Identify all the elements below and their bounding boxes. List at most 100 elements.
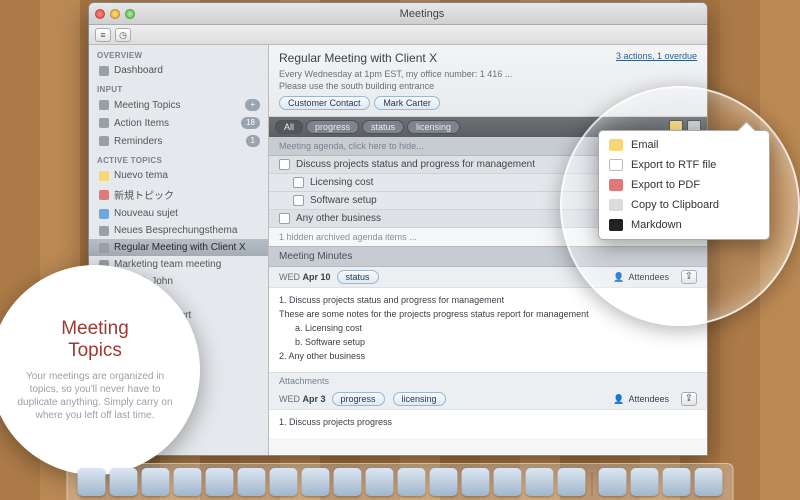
checkbox[interactable] <box>293 195 304 206</box>
actions-icon <box>99 118 109 128</box>
share-button[interactable]: ⇪ <box>681 270 697 284</box>
dock-app[interactable] <box>494 468 522 496</box>
dock-app[interactable] <box>462 468 490 496</box>
dock-app[interactable] <box>142 468 170 496</box>
toolbar-clock-button[interactable]: ◷ <box>115 28 131 42</box>
entry-header[interactable]: WED Apr 10 status 👤Attendees ⇪ <box>269 267 707 288</box>
filter-pill[interactable]: progress <box>306 120 359 134</box>
entry-tag[interactable]: progress <box>332 392 385 406</box>
reminders-icon <box>99 136 109 146</box>
filter-pill[interactable]: status <box>362 120 404 134</box>
attendees-button[interactable]: 👤Attendees <box>613 272 669 283</box>
sidebar-item-meeting-topics[interactable]: Meeting Topics + <box>89 96 268 114</box>
sidebar-topic[interactable]: Nuevo tema <box>89 167 268 184</box>
sidebar-item-label: Dashboard <box>114 65 163 76</box>
dock-app-itunes[interactable] <box>398 468 426 496</box>
checkbox[interactable] <box>293 177 304 188</box>
titlebar[interactable]: Meetings <box>89 3 707 25</box>
sidebar-topic[interactable]: Nouveau sujet <box>89 205 268 222</box>
dock-app[interactable] <box>599 468 627 496</box>
sidebar-item-dashboard[interactable]: Dashboard <box>89 62 268 79</box>
callout-body: Your meetings are organized in topics, s… <box>16 370 174 422</box>
dashboard-icon <box>99 66 109 76</box>
dock-app[interactable] <box>334 468 362 496</box>
share-button[interactable]: ⇪ <box>681 392 697 406</box>
close-icon[interactable] <box>95 9 105 19</box>
sidebar-item-label: Marketing team meeting <box>114 259 221 270</box>
minutes-line: 2. Any other business <box>279 350 697 363</box>
sidebar-item-label: Regular Meeting with Client X <box>114 242 246 253</box>
entry-body[interactable]: 1. Discuss projects progress <box>269 410 707 438</box>
topic-icon <box>99 226 109 236</box>
popover-item-rtf[interactable]: Export to RTF file <box>599 155 769 175</box>
checkbox[interactable] <box>279 213 290 224</box>
sidebar-item-label: Nuevo tema <box>114 170 168 181</box>
entry-body[interactable]: 1. Discuss projects status and progress … <box>269 288 707 372</box>
dock <box>67 463 734 500</box>
toolbar-list-button[interactable]: ≡ <box>95 28 111 42</box>
tag-pill[interactable]: Customer Contact <box>279 96 370 110</box>
popover-item-pdf[interactable]: Export to PDF <box>599 175 769 195</box>
sidebar-section-input: INPUT <box>89 79 268 96</box>
tag-pill[interactable]: Mark Carter <box>374 96 440 110</box>
sidebar-item-label: Nouveau sujet <box>114 208 178 219</box>
sidebar-topic[interactable]: 新規トピック <box>89 184 268 205</box>
dock-app-safari[interactable] <box>238 468 266 496</box>
minutes-line: a. Licensing cost <box>279 322 697 335</box>
dock-app[interactable] <box>430 468 458 496</box>
popover-item-email[interactable]: Email <box>599 135 769 155</box>
plus-badge[interactable]: + <box>245 99 260 111</box>
filter-pill[interactable]: licensing <box>407 120 460 134</box>
entry-attachments[interactable]: Attachments <box>269 372 707 389</box>
entry-date: WED Apr 3 <box>279 394 326 404</box>
filter-all[interactable]: All <box>275 120 303 134</box>
mail-icon <box>609 139 623 151</box>
sidebar-item-label: Meeting Topics <box>114 100 181 111</box>
clipboard-icon <box>609 199 623 211</box>
sidebar-item-action-items[interactable]: Action Items18 <box>89 114 268 132</box>
sidebar-topic-selected[interactable]: Regular Meeting with Client X <box>89 239 268 256</box>
entry-header[interactable]: WED Apr 3 progress licensing 👤Attendees … <box>269 389 707 410</box>
dock-trash[interactable] <box>695 468 723 496</box>
callout-title: MeetingTopics <box>61 318 129 362</box>
dock-app[interactable] <box>366 468 394 496</box>
entry-date: WED Apr 10 <box>279 272 331 282</box>
minutes-line: These are some notes for the projects pr… <box>279 308 697 321</box>
dock-app[interactable] <box>558 468 586 496</box>
actions-overdue-link[interactable]: 3 actions, 1 overdue <box>616 51 697 61</box>
dock-app[interactable] <box>110 468 138 496</box>
sidebar-item-label: Reminders <box>114 136 162 147</box>
minutes-line: 1. Discuss projects progress <box>279 416 697 429</box>
entry-tag[interactable]: status <box>337 270 379 284</box>
topic-icon <box>99 243 109 253</box>
dock-app[interactable] <box>526 468 554 496</box>
checkbox[interactable] <box>279 159 290 170</box>
dock-app[interactable] <box>206 468 234 496</box>
dock-app[interactable] <box>270 468 298 496</box>
person-icon: 👤 <box>613 394 624 405</box>
count-badge: 18 <box>241 117 260 129</box>
topics-icon <box>99 100 109 110</box>
entry-tag[interactable]: licensing <box>393 392 446 406</box>
dock-app[interactable] <box>174 468 202 496</box>
sidebar-item-reminders[interactable]: Reminders1 <box>89 132 268 150</box>
dock-app[interactable] <box>663 468 691 496</box>
person-icon: 👤 <box>613 272 624 283</box>
meeting-tags: Customer Contact Mark Carter <box>279 96 697 110</box>
attendees-button[interactable]: 👤Attendees <box>613 394 669 405</box>
dock-app-finder[interactable] <box>78 468 106 496</box>
zoom-icon[interactable] <box>125 9 135 19</box>
sidebar-item-label: 新規トピック <box>114 187 174 202</box>
minimize-icon[interactable] <box>110 9 120 19</box>
agenda-label: Licensing cost <box>310 177 373 188</box>
popover-item-markdown[interactable]: Markdown <box>599 215 769 235</box>
topic-icon <box>99 171 109 181</box>
sidebar-topic[interactable]: Neues Besprechungsthema <box>89 222 268 239</box>
dock-app[interactable] <box>631 468 659 496</box>
markdown-icon <box>609 219 623 231</box>
toolbar: ≡ ◷ <box>89 25 707 45</box>
meeting-header: 3 actions, 1 overdue Regular Meeting wit… <box>269 45 707 117</box>
meeting-meta-line: Every Wednesday at 1pm EST, my office nu… <box>279 68 697 80</box>
popover-item-clipboard[interactable]: Copy to Clipboard <box>599 195 769 215</box>
dock-app-calendar[interactable] <box>302 468 330 496</box>
